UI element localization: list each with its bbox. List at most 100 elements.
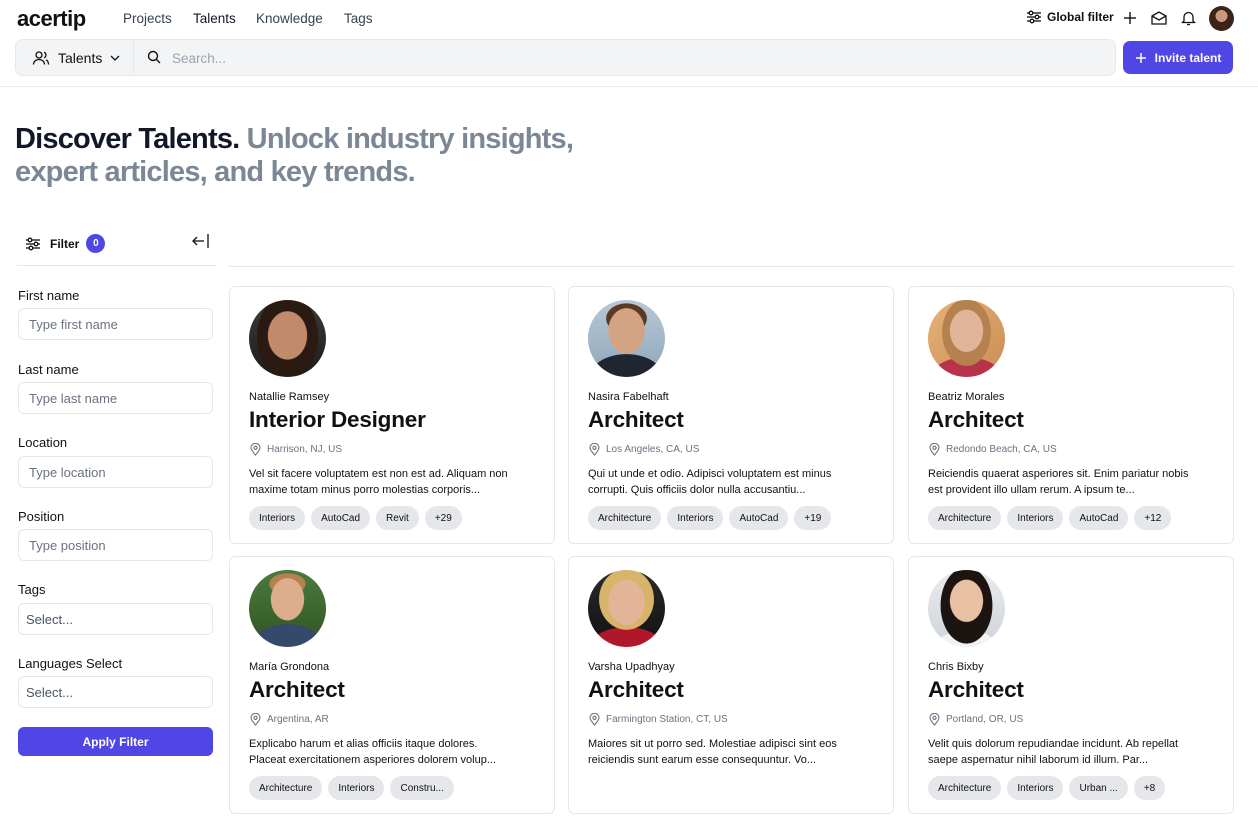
- search-input[interactable]: [172, 46, 1072, 70]
- location-pin-icon: [929, 713, 940, 726]
- location-input[interactable]: [18, 456, 213, 488]
- talent-description-line: maxime totam minus porro molestias corpo…: [249, 484, 481, 496]
- collapse-sidebar-icon[interactable]: [192, 233, 210, 254]
- search-scope-dropdown[interactable]: Talents: [16, 40, 134, 75]
- talent-title: Architect: [928, 677, 1024, 702]
- mail-icon[interactable]: [1150, 9, 1168, 27]
- talent-card[interactable]: Nasira Fabelhaft Architect Los Angeles, …: [568, 286, 894, 544]
- talent-tags: Interiors AutoCad Revit +29: [249, 506, 462, 530]
- tag-chip[interactable]: Architecture: [928, 506, 1002, 530]
- header-divider: [0, 86, 1258, 87]
- search-scope-label: Talents: [58, 49, 103, 66]
- more-tags-chip[interactable]: +19: [794, 506, 832, 530]
- talent-location-text: Los Angeles, CA, US: [606, 444, 700, 455]
- filter-toggle[interactable]: Filter 0: [25, 234, 106, 253]
- page-heading: Discover Talents. Unlock industry insigh…: [15, 123, 615, 189]
- talent-photo: [928, 570, 1005, 647]
- tag-chip[interactable]: Interiors: [1007, 506, 1064, 530]
- location-pin-icon: [250, 443, 261, 456]
- last-name-label: Last name: [18, 362, 79, 377]
- talent-description: Vel sit facere voluptatem est non est ad…: [249, 466, 541, 498]
- location-pin-icon: [589, 713, 600, 726]
- languages-select[interactable]: Select...: [18, 676, 213, 708]
- talent-location: Los Angeles, CA, US: [589, 443, 699, 456]
- location-pin-icon: [250, 713, 261, 726]
- nav-projects[interactable]: Projects: [123, 11, 172, 26]
- position-label: Position: [18, 509, 65, 524]
- talent-card[interactable]: Beatriz Morales Architect Redondo Beach,…: [908, 286, 1234, 544]
- tag-chip[interactable]: Revit: [376, 506, 419, 530]
- talent-description-line: Placeat exercitationem asperiores dolore…: [249, 754, 497, 766]
- talent-photo: [588, 570, 665, 647]
- talent-location: Redondo Beach, CA, US: [929, 443, 1057, 456]
- search-icon: [147, 50, 161, 69]
- talent-card[interactable]: María Grondona Architect Argentina, AR E…: [229, 556, 555, 814]
- talent-name: María Grondona: [249, 661, 330, 673]
- filter-label: Filter: [50, 236, 80, 251]
- first-name-label: First name: [18, 288, 80, 303]
- tag-chip[interactable]: AutoCad: [729, 506, 789, 530]
- talent-title: Architect: [588, 677, 684, 702]
- nav-knowledge[interactable]: Knowledge: [256, 11, 323, 26]
- tag-chip[interactable]: Interiors: [249, 506, 306, 530]
- bell-icon[interactable]: [1179, 9, 1197, 27]
- tags-select[interactable]: Select...: [18, 603, 213, 635]
- talent-location-text: Farmington Station, CT, US: [606, 714, 728, 725]
- talent-card[interactable]: Natallie Ramsey Interior Designer Harris…: [229, 286, 555, 544]
- logo[interactable]: acertip: [17, 6, 86, 32]
- apply-filter-button[interactable]: Apply Filter: [18, 727, 213, 756]
- location-pin-icon: [589, 443, 600, 456]
- global-filter-button[interactable]: Global filter: [1026, 10, 1114, 24]
- talent-location-text: Redondo Beach, CA, US: [946, 444, 1057, 455]
- talent-location-text: Harrison, NJ, US: [267, 444, 343, 455]
- talent-card[interactable]: Varsha Upadhyay Architect Farmington Sta…: [568, 556, 894, 814]
- invite-talent-button[interactable]: Invite talent: [1123, 41, 1233, 74]
- talent-card[interactable]: Chris Bixby Architect Portland, OR, US V…: [908, 556, 1234, 814]
- tag-chip[interactable]: AutoCad: [311, 506, 371, 530]
- users-icon: [32, 50, 50, 65]
- talent-description-line: corrupti. Quis officiis dolor nulla accu…: [588, 484, 806, 496]
- talent-name: Beatriz Morales: [928, 391, 1005, 403]
- talent-photo: [588, 300, 665, 377]
- tag-chip[interactable]: Interiors: [1007, 776, 1064, 800]
- tags-label: Tags: [18, 582, 46, 597]
- more-tags-chip[interactable]: +12: [1134, 506, 1172, 530]
- talent-tags: Architecture Interiors AutoCad +19: [588, 506, 832, 530]
- tag-chip[interactable]: Constru...: [390, 776, 454, 800]
- tag-chip[interactable]: Architecture: [928, 776, 1002, 800]
- chevron-down-icon: [110, 55, 120, 61]
- talent-tags: Architecture Interiors Constru...: [249, 776, 454, 800]
- talent-title: Architect: [249, 677, 345, 702]
- talent-title: Interior Designer: [249, 407, 426, 432]
- top-navigation: acertip Projects Talents Knowledge Tags …: [0, 0, 1258, 38]
- first-name-input[interactable]: [18, 308, 213, 340]
- more-tags-chip[interactable]: +8: [1133, 776, 1166, 800]
- heading-secondary-1: Unlock industry insights,: [246, 123, 574, 155]
- plus-icon[interactable]: [1121, 9, 1139, 27]
- tag-chip[interactable]: Architecture: [249, 776, 323, 800]
- talent-description-line: reiciendis sunt earum esse consequuntur.…: [588, 754, 817, 766]
- talent-photo: [249, 300, 326, 377]
- plus-icon: [1135, 52, 1146, 63]
- talent-description-line: Vel sit facere voluptatem est non est ad…: [249, 468, 508, 480]
- position-input[interactable]: [18, 529, 213, 561]
- talent-name: Natallie Ramsey: [249, 391, 330, 403]
- talent-tags: Architecture Interiors Urban ... +8: [928, 776, 1166, 800]
- talent-photo: [928, 300, 1005, 377]
- more-tags-chip[interactable]: +29: [424, 506, 462, 530]
- last-name-input[interactable]: [18, 382, 213, 414]
- tag-chip[interactable]: Interiors: [328, 776, 385, 800]
- tag-chip[interactable]: Architecture: [588, 506, 662, 530]
- content-divider: [229, 266, 1234, 267]
- tag-chip[interactable]: Urban ...: [1069, 776, 1128, 800]
- user-avatar[interactable]: [1209, 6, 1234, 31]
- search-bar: Talents: [15, 39, 1116, 76]
- talent-photo: [249, 570, 326, 647]
- talent-description-line: Maiores sit ut porro sed. Molestiae adip…: [588, 738, 837, 750]
- sliders-icon: [26, 237, 40, 250]
- nav-tags[interactable]: Tags: [344, 11, 373, 26]
- tag-chip[interactable]: AutoCad: [1069, 506, 1129, 530]
- tag-chip[interactable]: Interiors: [667, 506, 724, 530]
- nav-talents[interactable]: Talents: [193, 11, 236, 26]
- talent-description-line: saepe aspernatur nihil laborum id illum.…: [928, 754, 1149, 766]
